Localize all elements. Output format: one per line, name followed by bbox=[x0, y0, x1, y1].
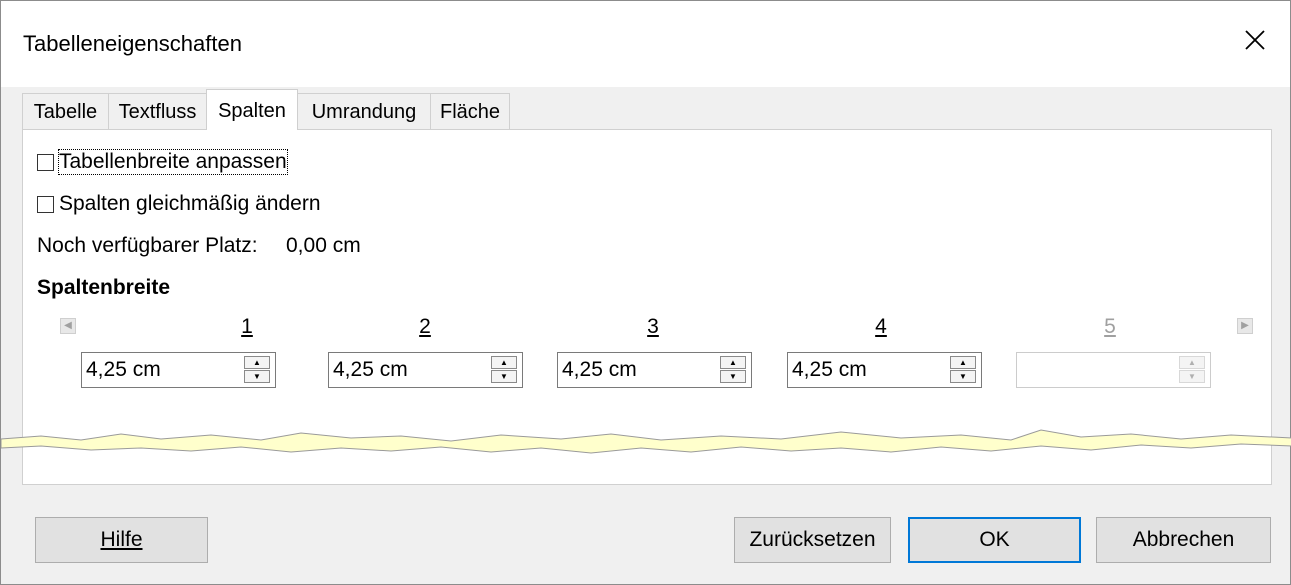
decrement-icon[interactable]: ▼ bbox=[950, 370, 976, 383]
close-icon[interactable] bbox=[1240, 25, 1270, 55]
column-width-1-input[interactable] bbox=[86, 355, 236, 385]
even-columns-option[interactable]: Spalten gleichmäßig ändern bbox=[37, 192, 321, 216]
column-number-5: 5 bbox=[1104, 315, 1116, 338]
column-number-1: 1 bbox=[241, 315, 253, 338]
column-width-4-input[interactable] bbox=[792, 355, 942, 385]
table-properties-dialog: Tabelleneigenschaften Tabelle Textfluss … bbox=[0, 0, 1291, 585]
column-width-3-input[interactable] bbox=[562, 355, 712, 385]
column-number-2: 2 bbox=[419, 315, 431, 338]
reset-button[interactable]: Zurücksetzen bbox=[734, 517, 891, 563]
help-button[interactable]: Hilfe bbox=[35, 517, 208, 563]
cancel-button[interactable]: Abbrechen bbox=[1096, 517, 1271, 563]
column-width-5-input bbox=[1021, 355, 1171, 385]
help-button-label: Hilfe bbox=[100, 528, 143, 551]
ok-button[interactable]: OK bbox=[908, 517, 1081, 563]
column-width-2-input[interactable] bbox=[333, 355, 483, 385]
decrement-icon[interactable]: ▼ bbox=[244, 370, 270, 383]
adapt-width-checkbox[interactable] bbox=[37, 153, 54, 171]
even-columns-label: Spalten gleichmäßig ändern bbox=[59, 192, 321, 215]
increment-icon[interactable]: ▲ bbox=[244, 356, 270, 369]
increment-icon[interactable]: ▲ bbox=[720, 356, 746, 369]
even-columns-checkbox[interactable] bbox=[37, 195, 54, 213]
column-width-5-spinner: ▲ ▼ bbox=[1016, 352, 1211, 388]
cancel-button-label: Abbrechen bbox=[1132, 528, 1235, 551]
torn-edge-decoration bbox=[1, 429, 1291, 454]
increment-icon[interactable]: ▲ bbox=[491, 356, 517, 369]
scroll-right-button[interactable]: ▶ bbox=[1237, 318, 1253, 334]
adapt-width-label: Tabellenbreite anpassen bbox=[58, 149, 288, 175]
column-width-heading: Spaltenbreite bbox=[37, 276, 171, 299]
column-width-2-spinner[interactable]: ▲▼ bbox=[328, 352, 523, 388]
adapt-width-option[interactable]: Tabellenbreite anpassen bbox=[37, 149, 288, 175]
remaining-space-value: 0,00 cm bbox=[286, 234, 361, 257]
tab-textfluss[interactable]: Textfluss bbox=[108, 93, 207, 129]
tab-tabelle[interactable]: Tabelle bbox=[22, 93, 109, 129]
tab-spalten[interactable]: Spalten bbox=[206, 89, 298, 130]
column-width-1-spinner[interactable]: ▲▼ bbox=[81, 352, 276, 388]
column-number-3: 3 bbox=[647, 315, 659, 338]
reset-button-label: Zurücksetzen bbox=[749, 528, 876, 551]
decrement-icon: ▼ bbox=[1179, 370, 1205, 383]
increment-icon[interactable]: ▲ bbox=[950, 356, 976, 369]
scroll-left-button[interactable]: ◀ bbox=[60, 318, 76, 334]
tab-flaeche[interactable]: Fläche bbox=[430, 93, 510, 129]
decrement-icon[interactable]: ▼ bbox=[491, 370, 517, 383]
column-width-3-spinner[interactable]: ▲▼ bbox=[557, 352, 752, 388]
increment-icon: ▲ bbox=[1179, 356, 1205, 369]
decrement-icon[interactable]: ▼ bbox=[720, 370, 746, 383]
ok-button-label: OK bbox=[979, 528, 1010, 551]
column-number-4: 4 bbox=[875, 315, 887, 338]
dialog-title: Tabelleneigenschaften bbox=[23, 31, 242, 56]
tab-umrandung[interactable]: Umrandung bbox=[297, 93, 431, 129]
column-width-4-spinner[interactable]: ▲▼ bbox=[787, 352, 982, 388]
title-bar: Tabelleneigenschaften bbox=[1, 1, 1290, 87]
remaining-space-label: Noch verfügbarer Platz: bbox=[37, 234, 258, 257]
